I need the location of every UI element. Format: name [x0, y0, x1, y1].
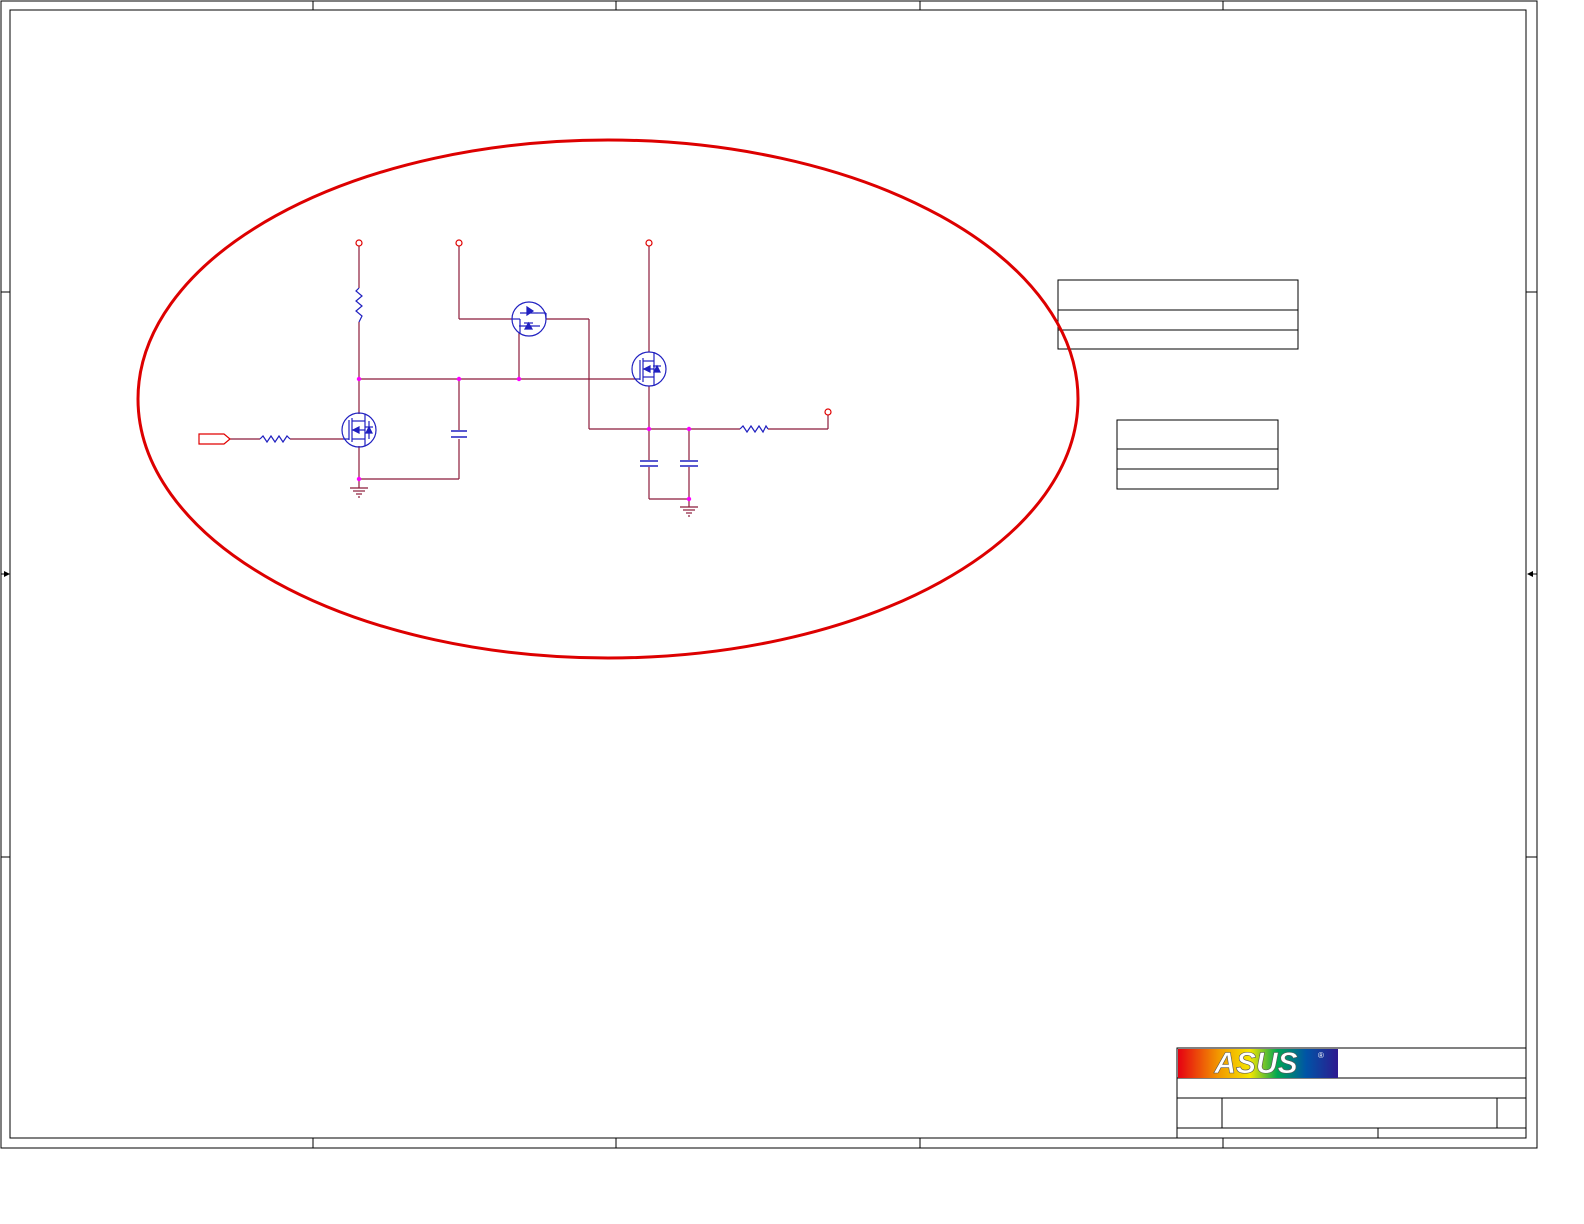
highlight-ellipse [136, 138, 1080, 660]
capacitors [451, 430, 698, 467]
ground-symbols [350, 487, 698, 517]
sheet-frame [0, 0, 1538, 1149]
asus-logo-registered-mark: ® [1318, 1051, 1324, 1060]
ground-left [350, 487, 368, 498]
capacitor-output-2 [680, 460, 698, 467]
schematic-sheet: ASUS ® [0, 0, 1538, 1149]
nmos-transistor-q1 [341, 412, 377, 448]
revision-table-lower [1116, 419, 1279, 490]
power-port-output [824, 408, 832, 416]
pmos-transistor-q2 [511, 301, 547, 337]
power-ports [355, 239, 832, 416]
capacitor-gate [451, 430, 467, 438]
pmos-transistor-q3 [631, 351, 667, 387]
power-port-middle [455, 239, 463, 247]
input-port [198, 433, 231, 445]
wires [230, 246, 829, 507]
power-port-right [645, 239, 653, 247]
revision-table-upper [1057, 279, 1299, 350]
asus-logo: ASUS ® [1178, 1047, 1338, 1080]
resistor-pullup [355, 287, 363, 323]
ground-right [680, 506, 698, 517]
resistor-output [739, 424, 769, 434]
center-marker-arrows [1, 571, 1537, 577]
capacitor-output-1 [640, 460, 658, 467]
asus-logo-text: ASUS [1213, 1047, 1297, 1080]
power-port-left [355, 239, 363, 247]
resistor-input [259, 434, 291, 444]
junction-dots [356, 376, 692, 502]
